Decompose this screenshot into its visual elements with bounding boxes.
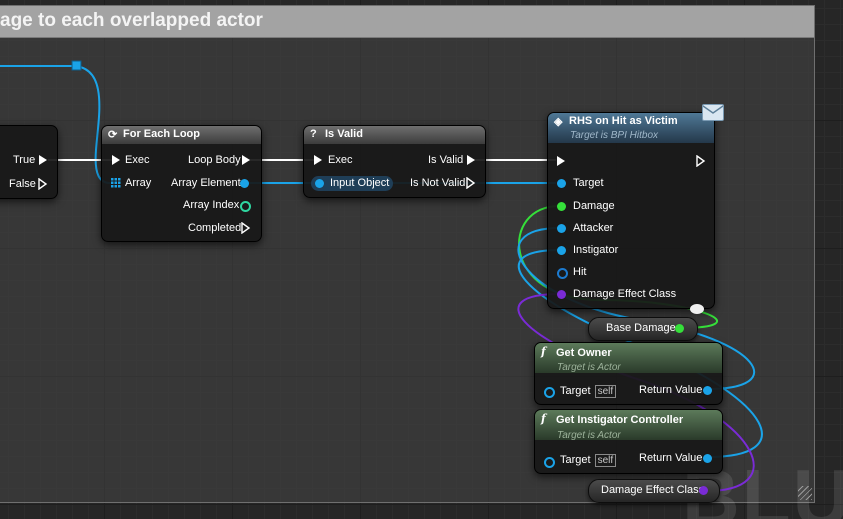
get-instigator-subtitle: Target is Actor [557,430,621,441]
is-valid-title: Is Valid [325,128,363,140]
branch-node[interactable]: True False [0,125,58,199]
input-object-pin[interactable] [315,179,324,188]
is-not-valid-exec-pin[interactable] [466,177,476,189]
damage-effect-class-pill-label: Damage Effect Class [601,484,705,496]
is-valid-exec-in-pin[interactable] [314,155,322,165]
base-damage-label: Base Damage [606,322,676,334]
damage-effect-class-out-pin[interactable] [699,486,708,495]
loop-icon: ⟳ [108,129,118,141]
rhs-hit-label: Hit [573,266,587,278]
blueprint-graph-canvas[interactable]: age to each overlapped actor BLUE True F… [0,0,843,519]
rhs-damage-pin[interactable] [557,202,566,211]
rhs-damage-effect-class-label: Damage Effect Class [573,288,677,300]
get-instigator-return-pin[interactable] [703,454,712,463]
rhs-target-pin[interactable] [557,179,566,188]
rhs-on-hit-node[interactable]: ◈ RHS on Hit as Victim Target is BPI Hit… [547,112,715,309]
get-owner-header[interactable]: f Get Owner Target is Actor [535,343,722,373]
get-owner-target-text: Target [560,385,591,397]
function-icon: f [541,412,546,425]
rhs-damage-effect-class-pin[interactable] [557,290,566,299]
for-each-title: For Each Loop [123,128,200,140]
question-icon: ? [310,128,317,140]
rhs-target-label: Target [573,177,604,189]
rhs-subtitle: Target is BPI Hitbox [570,130,659,141]
branch-true-label: True [13,154,36,166]
collapse-bubble-icon [690,304,704,314]
envelope-icon [702,104,724,121]
base-damage-pin[interactable] [675,324,684,333]
envelope-flap-icon [703,105,723,114]
rhs-exec-in-pin[interactable] [557,156,565,166]
get-owner-target-pin[interactable] [544,387,555,398]
get-owner-title: Get Owner [556,347,612,359]
for-each-loop-body-label: Loop Body [188,154,241,166]
get-instigator-target-pin[interactable] [544,457,555,468]
branch-false-label: False [9,178,36,190]
branch-false-exec-pin[interactable] [38,178,48,190]
interface-message-icon: ◈ [554,116,563,128]
is-not-valid-label: Is Not Valid [410,177,466,189]
for-each-array-index-label: Array Index [183,199,240,211]
rhs-damage-label: Damage [573,200,615,212]
for-each-header[interactable]: ⟳ For Each Loop [102,126,261,144]
is-valid-exec-out-pin[interactable] [467,155,475,165]
get-instigator-self-box[interactable]: self [594,454,617,467]
wire-reroute-knot [71,60,82,71]
input-object-label: Input Object [330,177,390,189]
for-each-exec-in-pin[interactable] [112,155,120,165]
get-owner-subtitle: Target is Actor [557,362,621,373]
is-valid-out-label: Is Valid [428,154,464,166]
rhs-instigator-label: Instigator [573,244,619,256]
rhs-header[interactable]: ◈ RHS on Hit as Victim Target is BPI Hit… [548,113,714,143]
get-instigator-controller-node[interactable]: f Get Instigator Controller Target is Ac… [534,409,723,474]
get-owner-self-box[interactable]: self [594,385,617,398]
rhs-title: RHS on Hit as Victim [569,115,678,127]
get-owner-return-pin[interactable] [703,386,712,395]
for-each-array-element-label: Array Element [171,177,241,189]
array-grid-icon[interactable] [111,178,121,188]
array-element-pin[interactable] [240,179,249,188]
for-each-loop-node[interactable]: ⟳ For Each Loop Exec Loop Body Array Arr… [101,125,262,242]
for-each-exec-label: Exec [125,154,150,166]
damage-effect-class-node[interactable]: Damage Effect Class [588,479,720,503]
get-instigator-title: Get Instigator Controller [556,414,684,426]
completed-exec-pin[interactable] [241,222,251,234]
get-owner-return-label: Return Value [639,384,703,396]
rhs-instigator-pin[interactable] [557,246,566,255]
for-each-completed-label: Completed [188,222,242,234]
is-valid-exec-label: Exec [328,154,353,166]
get-instigator-target-text: Target [560,454,591,466]
is-valid-header[interactable]: ? Is Valid [304,126,485,144]
array-index-pin[interactable] [240,201,251,212]
get-instigator-header[interactable]: f Get Instigator Controller Target is Ac… [535,410,722,441]
branch-true-exec-pin[interactable] [39,155,47,165]
get-instigator-return-label: Return Value [639,452,703,464]
function-icon: f [541,345,546,358]
rhs-hit-pin[interactable] [557,268,568,279]
rhs-attacker-pin[interactable] [557,224,566,233]
base-damage-node[interactable]: Base Damage [588,317,698,341]
get-instigator-target-label: Target self [560,454,617,467]
for-each-loop-body-pin[interactable] [242,155,250,165]
is-valid-node[interactable]: ? Is Valid Exec Is Valid Input Object Is… [303,125,486,198]
rhs-exec-out-pin[interactable] [696,155,706,167]
get-owner-target-label: Target self [560,385,617,398]
rhs-attacker-label: Attacker [573,222,614,234]
for-each-array-label: Array [125,177,152,189]
comment-resize-grip[interactable] [798,486,812,500]
get-owner-node[interactable]: f Get Owner Target is Actor Target self R… [534,342,723,405]
